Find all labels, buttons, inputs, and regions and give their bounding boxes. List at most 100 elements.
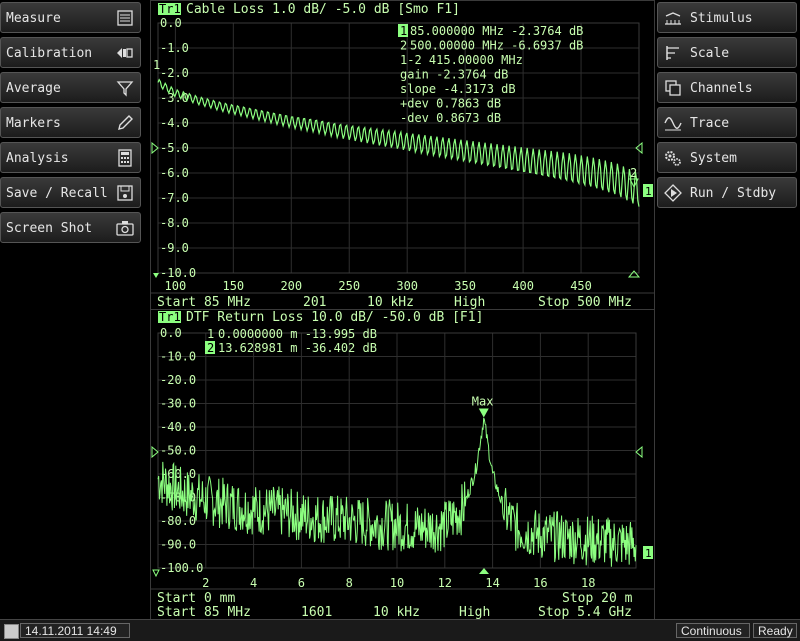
footer-points: 1601 — [301, 605, 332, 619]
grid — [157, 22, 640, 274]
x-tick-label: 10 — [390, 576, 404, 590]
channels-button[interactable]: Channels — [657, 72, 797, 103]
marker-1-label: 1 — [153, 58, 160, 72]
status-square-icon[interactable] — [4, 624, 19, 639]
max-marker-triangle — [478, 408, 489, 418]
marker-2-label: 2 — [630, 166, 637, 180]
marker-stat: 1-2 415.00000 MHz — [400, 53, 523, 67]
start-marker — [153, 273, 159, 278]
calibration-icon — [117, 48, 133, 58]
x-tick-label: 250 — [338, 279, 360, 293]
footer-ifbw: 10 kHz — [367, 295, 414, 309]
stimulus-icon — [665, 12, 681, 25]
marker-stat: slope -4.3173 dB — [400, 82, 516, 96]
save-recall-button[interactable]: Save / Recall — [0, 177, 141, 208]
x-tick-label: 4 — [250, 576, 257, 590]
trace-end-tag: 1 — [645, 185, 652, 198]
trace-end-tag: 1 — [645, 547, 652, 560]
list-icon — [117, 10, 133, 26]
reference-right-arrow — [635, 445, 643, 459]
x-tick-label: 150 — [222, 279, 244, 293]
start-marker — [152, 569, 160, 578]
sweep-mode[interactable]: Continuous — [676, 623, 750, 638]
average-label: Average — [6, 81, 61, 96]
footer-points: 201 — [303, 295, 326, 309]
channels-icon — [665, 80, 681, 96]
screen-shot-button[interactable]: Screen Shot — [0, 212, 141, 243]
marker-table: 1 85.000000 MHz -2.3764 dB2 500.00000 MH… — [398, 24, 583, 125]
x-tick-label: 8 — [346, 576, 353, 590]
footer-stop-frequency: Stop 5.4 GHz — [538, 605, 632, 619]
marker-readout: 13.628981 m -36.402 dB — [218, 341, 377, 355]
x-tick-label: 400 — [512, 279, 534, 293]
x-tick-label: 100 — [165, 279, 187, 293]
cable-loss-panel: Tr1 Cable Loss 1.0 dB/ -5.0 dB [Smo F1] … — [150, 0, 655, 310]
marker-stat: gain -2.3764 dB — [400, 68, 508, 82]
marker-readout: 500.00000 MHz -6.6937 dB — [410, 39, 583, 53]
measure-button[interactable]: Measure — [0, 2, 141, 33]
y-tick-label: -7.0 — [160, 191, 189, 205]
marker-stat: -dev 0.8673 dB — [400, 111, 501, 125]
footer-power: High — [459, 605, 490, 619]
datetime: 14.11.2011 14:49 — [20, 623, 130, 638]
x-tick-label: 16 — [533, 576, 547, 590]
chart-title: DTF Return Loss 10.0 dB/ -50.0 dB [F1] — [186, 310, 483, 325]
footer-ifbw: 10 kHz — [373, 605, 420, 619]
status-bar: 14.11.2011 14:49 Continuous Ready — [0, 619, 800, 641]
markers-button[interactable]: Markers — [0, 107, 141, 138]
y-tick-label: -6.0 — [160, 166, 189, 180]
x-tick-label: 2 — [202, 576, 209, 590]
marker-table: 1 0.0000000 m -13.995 dB 2 13.628981 m -3… — [205, 327, 377, 355]
x-tick-labels: 2 4 6 8 10 12 14 16 18 — [202, 576, 595, 590]
x-tick-label: 12 — [438, 576, 452, 590]
cable-loss-chart[interactable]: Tr1 Cable Loss 1.0 dB/ -5.0 dB [Smo F1] … — [151, 1, 654, 310]
markers-label: Markers — [6, 116, 61, 131]
filter-icon — [116, 81, 134, 97]
run-icon — [664, 184, 682, 202]
reference-left-arrow — [151, 445, 159, 459]
marker-id: 2 — [400, 39, 407, 53]
dtf-return-loss-chart[interactable]: Tr1 DTF Return Loss 10.0 dB/ -50.0 dB [F… — [151, 310, 654, 620]
analysis-button[interactable]: Analysis — [0, 142, 141, 173]
average-button[interactable]: Average — [0, 72, 141, 103]
trace-label: Trace — [690, 116, 730, 131]
footer-power: High — [454, 295, 485, 309]
y-tick-label: -10.0 — [160, 350, 196, 364]
y-tick-label: -50.0 — [160, 444, 196, 458]
footer-start: Start 85 MHz — [157, 295, 251, 309]
x-tick-label: 450 — [570, 279, 592, 293]
system-button[interactable]: System — [657, 142, 797, 173]
y-tick-label: -2.0 — [160, 66, 189, 80]
footer-start-frequency: Start 85 MHz — [157, 605, 251, 619]
y-tick-label: -4.0 — [160, 116, 189, 130]
x-tick-label: 14 — [485, 576, 499, 590]
cable-loss-trace — [157, 78, 640, 207]
marker-readout: 0.0000000 m -13.995 dB — [218, 327, 377, 341]
scale-button[interactable]: Scale — [657, 37, 797, 68]
run-stdby-label: Run / Stdby — [690, 186, 777, 201]
measure-label: Measure — [6, 11, 61, 26]
run-stdby-button[interactable]: Run / Stdby — [657, 177, 797, 208]
system-label: System — [690, 151, 737, 166]
footer-start-distance: Start 0 mm — [157, 591, 235, 606]
x-tick-label: 200 — [280, 279, 302, 293]
marker-stat: +dev 0.7863 dB — [400, 97, 501, 111]
scale-icon — [666, 46, 679, 60]
stop-marker — [627, 270, 641, 278]
y-tick-label: -90.0 — [160, 538, 196, 552]
y-tick-label: -100.0 — [160, 561, 203, 575]
scale-label: Scale — [690, 46, 730, 61]
calculator-icon — [118, 149, 132, 167]
calibration-button[interactable]: Calibration — [0, 37, 141, 68]
channels-label: Channels — [690, 81, 753, 96]
trace-button[interactable]: Trace — [657, 107, 797, 138]
footer-stop-distance: Stop 20 m — [562, 591, 633, 606]
y-tick-label: 0.0 — [160, 326, 182, 340]
marker-id: 1 — [400, 24, 407, 38]
stimulus-button[interactable]: Stimulus — [657, 2, 797, 33]
y-tick-label: -5.0 — [160, 141, 189, 155]
y-tick-label: -40.0 — [160, 420, 196, 434]
x-tick-label: 18 — [581, 576, 595, 590]
y-tick-label: -1.0 — [160, 41, 189, 55]
y-tick-label: -9.0 — [160, 241, 189, 255]
